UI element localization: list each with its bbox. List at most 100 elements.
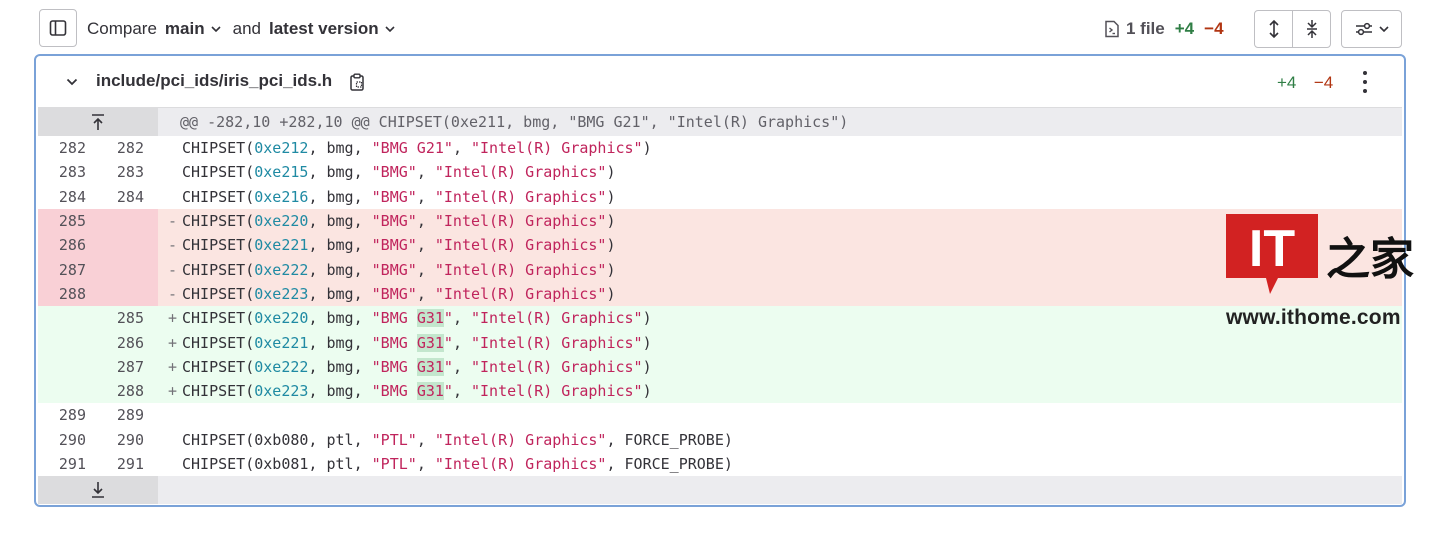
diff-marker: + <box>168 309 178 328</box>
svg-text:之家: 之家 <box>1326 234 1414 285</box>
inline-change-highlight: G31 <box>416 357 444 376</box>
kebab-icon[interactable] <box>1360 71 1370 93</box>
inline-change-highlight: G31 <box>416 309 444 328</box>
code-token: 0xe222 <box>254 357 309 376</box>
old-line-number[interactable]: 291 <box>38 455 100 473</box>
code-token: , <box>416 187 435 206</box>
additions-count: +4 <box>1174 19 1195 38</box>
code-token: "Intel(R) Graphics" <box>471 382 643 401</box>
diff-marker: + <box>168 333 178 352</box>
code-line: CHIPSET(0xe221, bmg, "BMG G31", "Intel(R… <box>182 333 652 352</box>
code-token: , bmg, <box>308 309 372 328</box>
inline-change-highlight: G31 <box>416 333 444 352</box>
line-number-gutter: 290 290 <box>38 427 158 452</box>
new-line-number[interactable]: 282 <box>100 139 158 157</box>
code-line: CHIPSET(0xb080, ptl, "PTL", "Intel(R) Gr… <box>182 431 733 449</box>
code-token: "BMG" <box>371 236 417 255</box>
diff-settings-button[interactable] <box>1341 10 1402 48</box>
code-token: 0xe212 <box>254 139 309 158</box>
collapse-all-button[interactable] <box>1292 11 1330 47</box>
line-number-gutter: 288 <box>38 281 158 307</box>
code-token: "Intel(R) Graphics" <box>434 163 607 182</box>
code-token: ) <box>642 333 652 352</box>
code-line: CHIPSET(0xe222, bmg, "BMG G31", "Intel(R… <box>182 357 652 376</box>
old-line-number[interactable]: 286 <box>38 236 100 254</box>
old-line-number[interactable]: 283 <box>38 163 100 181</box>
diff-line-added: 287 + CHIPSET(0xe222, bmg, "BMG G31", "Int… <box>38 354 1402 379</box>
old-line-number[interactable]: 284 <box>38 188 100 206</box>
line-number-gutter: 285 <box>38 208 158 234</box>
code-line: CHIPSET(0xe220, bmg, "BMG", "Intel(R) Gr… <box>182 212 616 230</box>
diff-line-context: 289 289 <box>38 403 1402 428</box>
code-token: 0xe220 <box>254 212 309 231</box>
file-header: include/pci_ids/iris_pci_ids.h +4 −4 <box>38 56 1402 108</box>
code-token: " <box>443 333 453 352</box>
diff-marker: - <box>168 236 178 255</box>
code-token: , <box>416 163 435 182</box>
code-token: , <box>416 212 435 231</box>
line-number-gutter: 291 291 <box>38 451 158 477</box>
expand-all-button[interactable] <box>1255 11 1292 47</box>
code-token: ) <box>606 236 616 255</box>
diff-table: @@ -282,10 +282,10 @@ CHIPSET(0xe211, bm… <box>38 108 1402 505</box>
line-number-gutter: 283 283 <box>38 160 158 185</box>
expand-down-button[interactable] <box>38 476 158 505</box>
code-token: , <box>416 284 435 303</box>
file-path-link[interactable]: include/pci_ids/iris_pci_ids.h <box>96 71 332 91</box>
code-token: CHIPSET( <box>182 284 255 303</box>
chevron-down-icon[interactable] <box>66 78 78 86</box>
line-number-gutter: 287 <box>38 354 158 379</box>
code-token: ) <box>606 187 616 206</box>
code-token: ) <box>606 260 616 279</box>
new-line-number[interactable]: 284 <box>100 188 158 206</box>
source-ref-label: main <box>164 19 205 38</box>
code-token: ) <box>606 212 616 231</box>
inline-change-highlight: G31 <box>416 382 444 401</box>
code-token: , <box>416 260 435 279</box>
expand-collapse-group <box>1254 10 1331 48</box>
diff-marker: - <box>168 260 178 279</box>
old-line-number[interactable]: 289 <box>38 406 100 424</box>
diff-summary[interactable]: 1 file +4 −4 <box>1104 17 1224 41</box>
expand-down-row <box>38 476 1402 505</box>
new-line-number[interactable]: 283 <box>100 163 158 181</box>
old-line-number[interactable]: 282 <box>38 139 100 157</box>
new-line-number[interactable]: 291 <box>100 455 158 473</box>
code-token: "BMG" <box>371 163 417 182</box>
old-line-number[interactable]: 288 <box>38 285 100 303</box>
sidebar-toggle-button[interactable] <box>39 9 77 47</box>
new-line-number[interactable]: 288 <box>100 382 158 400</box>
line-number-gutter: 289 289 <box>38 403 158 428</box>
code-token: , <box>416 236 435 255</box>
code-token: "Intel(R) Graphics" <box>471 139 643 158</box>
code-token: CHIPSET( <box>182 357 255 376</box>
new-line-number[interactable]: 285 <box>100 309 158 327</box>
code-token: "Intel(R) Graphics" <box>434 236 607 255</box>
code-token: "BMG" <box>371 212 417 231</box>
code-token: , <box>452 139 471 158</box>
line-number-gutter: 284 284 <box>38 184 158 209</box>
target-ref-dropdown[interactable]: latest version <box>269 19 395 39</box>
new-line-number[interactable]: 289 <box>100 406 158 424</box>
code-line: CHIPSET(0xe223, bmg, "BMG", "Intel(R) Gr… <box>182 285 616 303</box>
diff-line-removed: 285 - CHIPSET(0xe220, bmg, "BMG", "Intel(R… <box>38 208 1402 234</box>
target-ref-label: latest version <box>268 19 379 38</box>
code-token: CHIPSET(0xb081, ptl, <box>182 455 372 473</box>
code-token: 0xe221 <box>254 333 309 352</box>
diff-marker: + <box>168 382 178 401</box>
preferences-icon <box>1355 22 1372 36</box>
expand-up-button[interactable] <box>38 108 158 136</box>
code-token: "Intel(R) Graphics" <box>471 309 643 328</box>
new-line-number[interactable]: 290 <box>100 431 158 449</box>
code-token: , <box>416 430 435 449</box>
old-line-number[interactable]: 285 <box>38 212 100 230</box>
old-line-number[interactable]: 290 <box>38 431 100 449</box>
code-line: CHIPSET(0xe223, bmg, "BMG G31", "Intel(R… <box>182 382 652 401</box>
old-line-number[interactable]: 287 <box>38 261 100 279</box>
source-ref-dropdown[interactable]: main <box>165 19 221 39</box>
code-token: CHIPSET( <box>182 333 255 352</box>
clipboard-icon[interactable] <box>349 73 365 92</box>
new-line-number[interactable]: 287 <box>100 358 158 376</box>
expand-down-icon <box>92 482 104 498</box>
new-line-number[interactable]: 286 <box>100 334 158 352</box>
